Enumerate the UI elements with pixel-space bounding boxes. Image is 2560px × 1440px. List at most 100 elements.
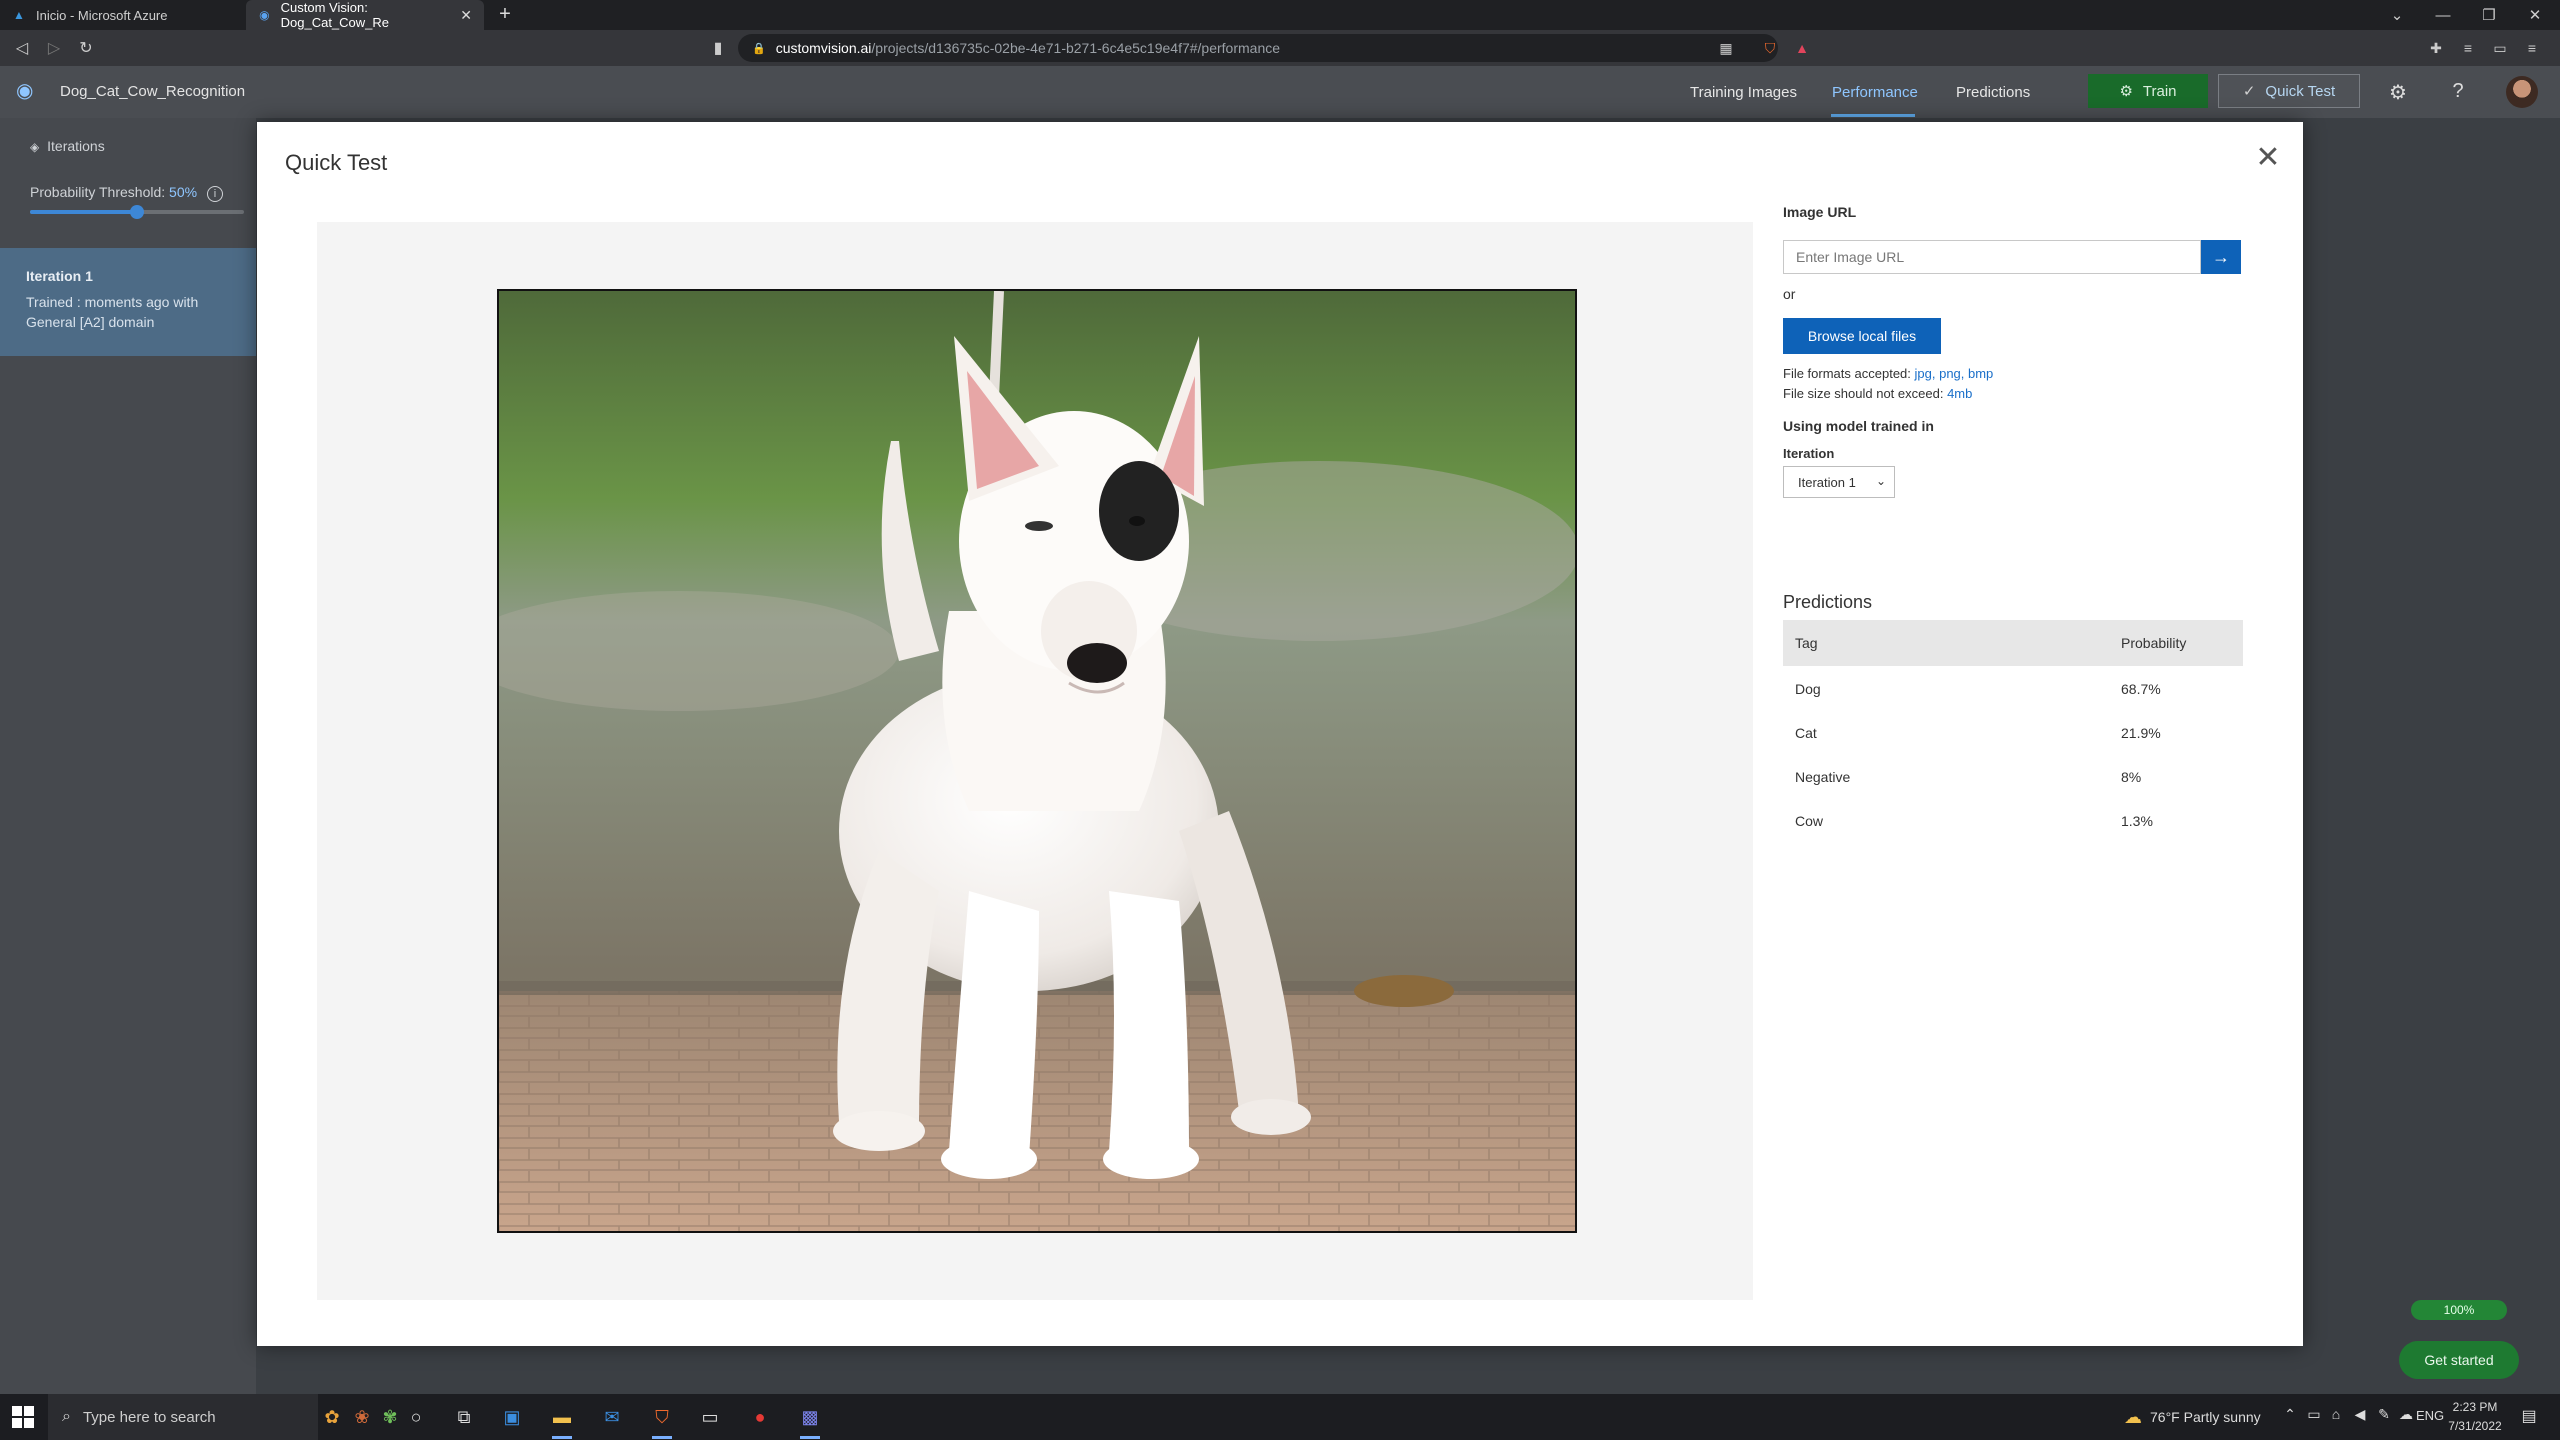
news-widget-icon[interactable]: ✿ — [318, 1403, 346, 1431]
iteration-select[interactable]: Iteration 1 ⌄ — [1783, 466, 1895, 498]
iterations-header: ◈ Iterations — [30, 138, 105, 154]
task-view-icon[interactable]: ⧉ — [450, 1403, 478, 1431]
close-tab-icon[interactable]: ✕ — [460, 7, 472, 24]
get-started-button[interactable]: Get started — [2399, 1341, 2519, 1379]
iteration-title: Iteration 1 — [26, 268, 93, 284]
custom-vision-logo-icon[interactable]: ◉ — [16, 81, 40, 101]
search-icon: ⌕ — [62, 1408, 71, 1425]
active-nav-indicator — [1831, 114, 1915, 117]
taskbar-search[interactable]: ⌕ Type here to search — [48, 1394, 318, 1440]
nav-predictions[interactable]: Predictions — [1956, 84, 2030, 101]
layers-icon: ◈ — [30, 140, 40, 154]
prediction-probability: 8% — [2121, 769, 2142, 785]
minimize-button[interactable]: — — [2420, 0, 2466, 30]
terminal-icon[interactable]: ▭ — [696, 1403, 724, 1431]
submit-url-button[interactable]: → — [2201, 240, 2241, 274]
quick-test-label: Quick Test — [2265, 82, 2336, 100]
brave-browser-icon[interactable]: ⛉ — [648, 1403, 676, 1439]
iteration-selected-value: Iteration 1 — [1798, 474, 1856, 490]
wallet-icon[interactable]: ▭ — [2490, 38, 2510, 58]
nav-training-images[interactable]: Training Images — [1690, 84, 1797, 101]
weather-widget[interactable]: ☁ 76°F Partly sunny — [2124, 1394, 2261, 1440]
notifications-icon[interactable]: ▤ — [2518, 1406, 2540, 1428]
settings-gear-icon[interactable]: ⚙ — [2386, 80, 2410, 104]
azure-icon: ▲ — [13, 8, 25, 22]
file-size-note: File size should not exceed: 4mb — [1783, 386, 1973, 401]
url-host: customvision.ai — [775, 40, 872, 56]
new-tab-button[interactable]: + — [494, 4, 516, 26]
meet-icon[interactable]: ▭ — [2304, 1406, 2324, 1428]
predictions-header-row: Tag Probability — [1783, 620, 2243, 666]
clock[interactable]: 2:23 PM 7/31/2022 — [2440, 1398, 2510, 1436]
predictions-title: Predictions — [1783, 592, 1873, 612]
tray-chevron-icon[interactable]: ⌃ — [2280, 1406, 2300, 1428]
network-icon[interactable]: ⌂ — [2326, 1406, 2346, 1428]
nav-performance[interactable]: Performance — [1832, 84, 1918, 101]
prediction-probability: 21.9% — [2121, 725, 2161, 741]
reload-icon[interactable]: ↻ — [74, 36, 98, 60]
back-icon[interactable]: ◁ — [10, 36, 34, 60]
onedrive-icon[interactable]: ☁ — [2396, 1406, 2416, 1428]
dialog-title: Quick Test — [285, 150, 388, 175]
chevron-down-icon: ⌄ — [1875, 474, 1886, 488]
close-window-button[interactable]: ✕ — [2512, 0, 2558, 30]
iteration-subtitle: Trained : moments ago with General [A2] … — [26, 294, 199, 330]
file-explorer-icon[interactable]: ▬ — [548, 1403, 576, 1439]
slider-thumb[interactable] — [130, 205, 144, 219]
prediction-probability: 68.7% — [2121, 681, 2161, 697]
teams-icon[interactable]: ▩ — [796, 1403, 824, 1439]
tab-list-chevron-icon[interactable]: ⌄ — [2374, 0, 2420, 30]
prediction-tag: Dog — [1795, 681, 1821, 697]
brave-shield-icon[interactable]: ⛉ — [1760, 38, 1780, 58]
image-url-label: Image URL — [1783, 204, 1857, 220]
quick-test-dialog: Quick Test ✕ Image URL Enter Image URL →… — [257, 122, 2303, 1346]
qr-icon[interactable]: ▦ — [1716, 38, 1736, 58]
prediction-tag: Negative — [1795, 769, 1851, 785]
music-player-icon[interactable]: ● — [746, 1403, 774, 1431]
info-icon[interactable]: i — [206, 186, 223, 202]
prediction-probability: 1.3% — [2121, 813, 2153, 829]
iterations-label: Iterations — [47, 138, 105, 154]
table-row: Cat 21.9% — [1783, 710, 2243, 754]
project-name[interactable]: Dog_Cat_Cow_Recognition — [60, 83, 245, 100]
progress-badge: 100% — [2411, 1300, 2507, 1320]
slider-fill — [30, 210, 137, 214]
gears-icon: ⚙ — [2119, 83, 2133, 100]
url-field[interactable]: 🔒 customvision.ai/projects/d136735c-02be… — [738, 34, 1778, 62]
brave-rewards-icon[interactable]: ▲ — [1792, 38, 1812, 58]
windows-start-icon[interactable] — [12, 1406, 34, 1428]
train-button[interactable]: ⚙ Train — [2088, 74, 2208, 108]
predictions-table: Tag Probability Dog 68.7% Cat 21.9% Nega… — [1783, 620, 2243, 842]
bookmark-icon[interactable]: ▮ — [706, 36, 730, 60]
table-row: Dog 68.7% — [1783, 666, 2243, 710]
store-icon[interactable]: ▣ — [498, 1403, 526, 1431]
threshold-slider[interactable] — [30, 205, 244, 219]
menu-icon[interactable]: ≡ — [2522, 38, 2542, 58]
prediction-tag: Cow — [1795, 813, 1824, 829]
tab-custom-vision[interactable]: ◉ Custom Vision: Dog_Cat_Cow_Re ✕ — [246, 0, 484, 30]
quick-test-button[interactable]: ✓ Quick Test — [2218, 74, 2360, 108]
news-widget-icon-3[interactable]: ✾ — [376, 1403, 404, 1431]
mail-icon[interactable]: ✉ — [598, 1403, 626, 1431]
news-widget-icon-2[interactable]: ❀ — [348, 1403, 376, 1431]
close-dialog-icon[interactable]: ✕ — [2255, 143, 2281, 173]
tab-azure[interactable]: ▲ Inicio - Microsoft Azure — [0, 0, 245, 30]
column-tag: Tag — [1795, 635, 1818, 651]
forward-icon[interactable]: ▷ — [42, 36, 66, 60]
dog-photo — [499, 291, 1575, 1231]
browser-tab-bar: ▲ Inicio - Microsoft Azure ◉ Custom Visi… — [0, 0, 2560, 30]
pen-icon[interactable]: ✎ — [2374, 1406, 2394, 1428]
restore-button[interactable]: ❐ — [2466, 0, 2512, 30]
clock-date: 7/31/2022 — [2448, 1419, 2502, 1433]
browse-local-files-button[interactable]: Browse local files — [1783, 318, 1941, 354]
avatar[interactable] — [2506, 76, 2538, 108]
lock-icon: 🔒 — [752, 42, 766, 55]
probability-threshold-label: Probability Threshold: 50% i — [30, 184, 223, 202]
help-icon[interactable]: ? — [2446, 80, 2470, 104]
extensions-icon[interactable]: ✚ — [2426, 38, 2446, 58]
iteration-card[interactable]: Iteration 1 Trained : moments ago with G… — [0, 248, 256, 356]
cortana-icon[interactable]: ○ — [402, 1403, 430, 1431]
volume-icon[interactable]: ◀ — [2350, 1406, 2370, 1428]
playlist-icon[interactable]: ≡ — [2458, 38, 2478, 58]
image-url-input[interactable] — [1783, 240, 2201, 274]
